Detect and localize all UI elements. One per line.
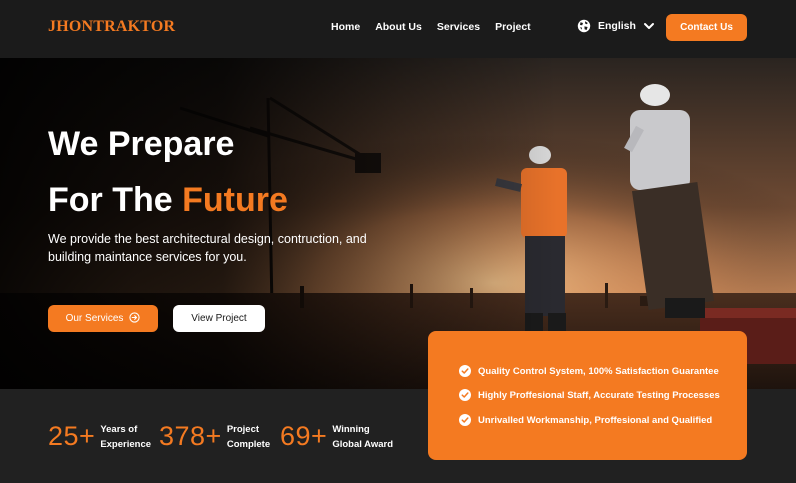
hero-title: We Prepare For The Future [48, 116, 288, 228]
stat-value: 69+ [280, 421, 328, 451]
hero-title-line2-prefix: For The [48, 181, 183, 219]
stat-label: Years of Experience [100, 423, 152, 450]
contact-us-button[interactable]: Contact Us [666, 14, 747, 41]
chevron-down-icon [643, 20, 655, 32]
logo[interactable]: JHONTRAKTOR [48, 18, 175, 36]
stat-value: 25+ [48, 421, 96, 451]
nav-link-services[interactable]: Services [437, 21, 480, 33]
nav-link-about[interactable]: About Us [375, 21, 422, 33]
nav-links: Home About Us Services Project [331, 21, 531, 33]
hero-title-accent: Future [182, 181, 288, 219]
feature-text: Unrivalled Workmanship, Proffesional and… [478, 414, 713, 426]
language-label: English [598, 20, 636, 32]
globe-icon [577, 19, 591, 33]
nav-link-home[interactable]: Home [331, 21, 360, 33]
stat-value: 378+ [159, 421, 222, 451]
navbar: JHONTRAKTOR Home About Us Services Proje… [0, 0, 796, 58]
check-circle-icon [459, 389, 471, 401]
stat-label: Winning Global Award [332, 423, 394, 450]
feature-item: Highly Proffesional Staff, Accurate Test… [459, 389, 720, 401]
feature-text: Highly Proffesional Staff, Accurate Test… [478, 389, 720, 401]
feature-text: Quality Control System, 100% Satisfactio… [478, 365, 719, 377]
stat-awards: 69+ Winning Global Award [280, 421, 402, 452]
feature-item: Unrivalled Workmanship, Proffesional and… [459, 414, 712, 426]
feature-item: Quality Control System, 100% Satisfactio… [459, 365, 719, 377]
stat-years: 25+ Years of Experience [48, 421, 160, 452]
stat-label: Project Complete [226, 423, 271, 450]
hero-title-line1: We Prepare [48, 125, 235, 163]
our-services-label: Our Services [65, 313, 124, 324]
nav-link-project[interactable]: Project [495, 21, 531, 33]
check-circle-icon [459, 365, 471, 377]
view-project-button[interactable]: View Project [173, 305, 265, 332]
check-circle-icon [459, 414, 471, 426]
stat-projects: 378+ Project Complete [159, 421, 287, 452]
features-card: Quality Control System, 100% Satisfactio… [428, 331, 747, 460]
our-services-button[interactable]: Our Services [48, 305, 158, 332]
language-selector[interactable]: English [577, 19, 655, 33]
arrow-circle-icon [129, 311, 141, 326]
hero-subtitle: We provide the best architectural design… [48, 232, 367, 264]
